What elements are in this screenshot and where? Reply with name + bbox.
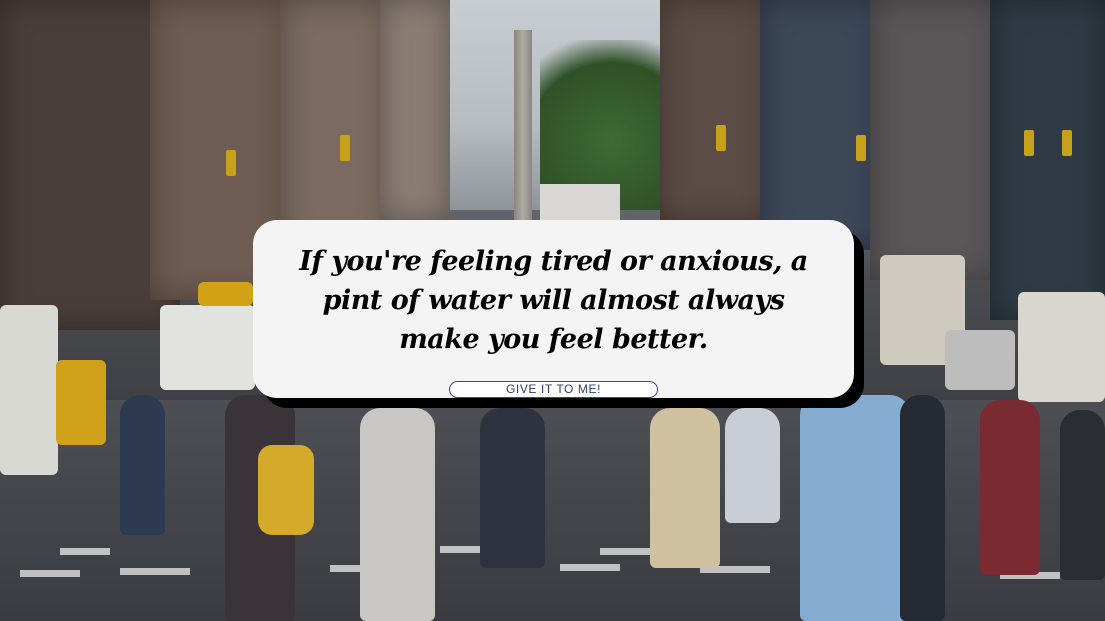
crosswalk-stripe — [120, 568, 190, 575]
pedestrian — [1060, 410, 1105, 580]
traffic-light-icon — [716, 125, 726, 151]
building — [870, 0, 1000, 280]
van — [160, 305, 255, 390]
pedestrian — [650, 408, 720, 568]
truck — [1018, 292, 1105, 402]
pedestrian — [480, 408, 545, 568]
give-it-to-me-button[interactable]: GIVE IT TO ME! — [449, 381, 658, 398]
van — [0, 305, 58, 475]
pedestrian — [980, 400, 1040, 575]
truck — [540, 184, 620, 224]
quote-text: If you're feeling tired or anxious, a pi… — [299, 246, 808, 355]
yellow-backpack — [258, 445, 314, 535]
crosswalk-stripe — [600, 548, 650, 555]
pedestrian — [800, 395, 910, 621]
traffic-light-icon — [1024, 130, 1034, 156]
car — [945, 330, 1015, 390]
crosswalk-stripe — [20, 570, 80, 577]
building — [760, 0, 880, 250]
quote-card: If you're feeling tired or anxious, a pi… — [253, 220, 854, 398]
traffic-light-icon — [226, 150, 236, 176]
pedestrian — [725, 408, 780, 523]
building — [660, 0, 770, 220]
building — [380, 0, 450, 220]
taxi — [198, 282, 253, 306]
traffic-light-icon — [856, 135, 866, 161]
pedestrian — [120, 395, 165, 535]
taxi — [56, 360, 106, 445]
building — [990, 0, 1105, 320]
traffic-light-icon — [340, 135, 350, 161]
pedestrian — [900, 395, 945, 621]
crosswalk-stripe — [560, 564, 620, 571]
building — [280, 0, 390, 250]
crosswalk-stripe — [60, 548, 110, 555]
traffic-light-icon — [1062, 130, 1072, 156]
pedestrian — [360, 408, 435, 621]
monument-column — [514, 30, 532, 220]
